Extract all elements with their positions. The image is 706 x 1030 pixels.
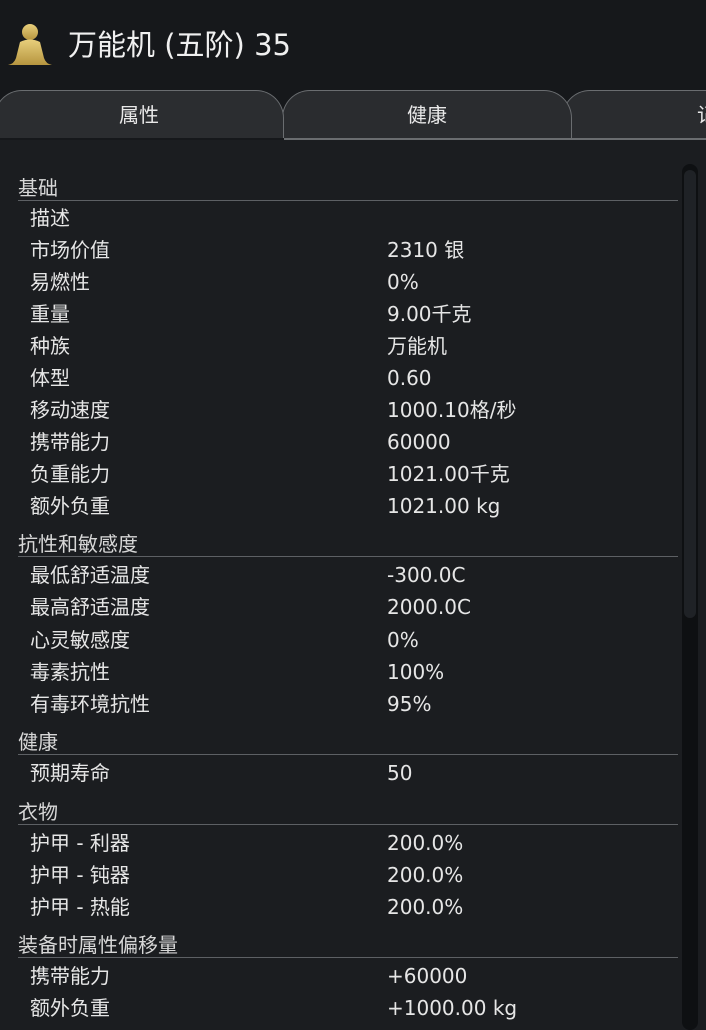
stat-row[interactable]: 携带能力 60000 — [30, 426, 680, 458]
stat-value: +60000 — [387, 964, 468, 988]
stat-row[interactable]: 有毒环境抗性 95% — [30, 688, 680, 720]
stat-value: 200.0% — [387, 895, 464, 919]
stat-label: 预期寿命 — [30, 761, 110, 785]
page-title: 万能机 (五阶) 35 — [68, 28, 291, 62]
stat-row[interactable]: 额外负重 1021.00 kg — [30, 490, 680, 522]
stat-value: 0% — [387, 270, 419, 294]
stat-value: 50 — [387, 761, 413, 785]
stat-label: 护甲 - 钝器 — [30, 863, 130, 887]
stat-label: 携带能力 — [30, 964, 110, 988]
stats-panel: 基础 描述 市场价值 2310 银 易燃性 0% 重量 9.00千克 种族 万能… — [0, 140, 706, 1030]
stat-row[interactable]: 额外负重 +1000.00 kg — [30, 992, 680, 1024]
stat-label: 额外负重 — [30, 494, 110, 518]
pawn-icon — [8, 24, 52, 65]
stat-label: 最高舒适温度 — [30, 595, 150, 619]
stat-label: 易燃性 — [30, 270, 90, 294]
stat-value: 9.00千克 — [387, 302, 472, 326]
stat-row[interactable]: 易燃性 0% — [30, 266, 680, 298]
stat-value: -300.0C — [387, 563, 466, 587]
stat-label: 描述 — [30, 206, 70, 230]
stat-value: 万能机 — [387, 334, 447, 358]
stat-label: 护甲 - 利器 — [30, 831, 130, 855]
stat-label: 市场价值 — [30, 238, 110, 262]
section-header-resistances: 抗性和敏感度 — [18, 528, 678, 557]
stat-label: 移动速度 — [30, 398, 110, 422]
stat-row[interactable]: 最低舒适温度 -300.0C — [30, 559, 680, 591]
stat-row[interactable]: 重量 9.00千克 — [30, 298, 680, 330]
stat-value: 95% — [387, 692, 432, 716]
stat-label: 携带能力 — [30, 430, 110, 454]
tab-log[interactable]: 记 — [562, 90, 706, 138]
stat-row[interactable]: 预期寿命 50 — [30, 757, 680, 789]
stat-label: 最低舒适温度 — [30, 563, 150, 587]
inspect-window: 万能机 (五阶) 35 属性 健康 记 基础 描述 市场价值 2310 银 易燃… — [0, 0, 706, 1030]
stat-value: 1021.00千克 — [387, 462, 510, 486]
stat-label: 体型 — [30, 366, 70, 390]
stat-value: 2310 银 — [387, 238, 465, 262]
scroll-thumb[interactable] — [684, 170, 696, 618]
stat-row[interactable]: 市场价值 2310 银 — [30, 234, 680, 266]
stat-label: 护甲 - 热能 — [30, 895, 130, 919]
stat-label: 心灵敏感度 — [30, 628, 130, 652]
section-header-equipped-offsets: 装备时属性偏移量 — [18, 929, 678, 958]
stat-row[interactable]: 移动速度 1000.10格/秒 — [30, 394, 680, 426]
stat-label: 负重能力 — [30, 462, 110, 486]
header: 万能机 (五阶) 35 — [0, 0, 706, 90]
stat-value: 2000.0C — [387, 595, 471, 619]
stat-row[interactable]: 负重能力 1021.00千克 — [30, 458, 680, 490]
tab-stats[interactable]: 属性 — [0, 90, 284, 138]
stat-row[interactable]: 体型 0.60 — [30, 362, 680, 394]
tab-health[interactable]: 健康 — [282, 90, 572, 138]
stat-value: +1000.00 kg — [387, 996, 518, 1020]
stat-row[interactable]: 护甲 - 利器 200.0% — [30, 827, 680, 859]
stat-row[interactable]: 种族 万能机 — [30, 330, 680, 362]
vertical-scrollbar[interactable] — [682, 164, 698, 1030]
stat-value: 1000.10格/秒 — [387, 398, 517, 422]
stat-row[interactable]: 最高舒适温度 2000.0C — [30, 591, 680, 623]
section-header-health: 健康 — [18, 726, 678, 755]
stat-value: 100% — [387, 660, 445, 684]
stat-value: 1021.00 kg — [387, 494, 501, 518]
stat-value: 60000 — [387, 430, 451, 454]
stat-value: 0% — [387, 628, 419, 652]
stat-label: 毒素抗性 — [30, 660, 110, 684]
stat-label: 有毒环境抗性 — [30, 692, 150, 716]
stat-row[interactable]: 心灵敏感度 0% — [30, 624, 680, 656]
stat-value: 200.0% — [387, 863, 464, 887]
stat-value: 200.0% — [387, 831, 464, 855]
stat-label: 额外负重 — [30, 996, 110, 1020]
stat-row[interactable]: 护甲 - 热能 200.0% — [30, 891, 680, 923]
section-header-apparel: 衣物 — [18, 796, 678, 825]
section-header-basics: 基础 — [18, 172, 678, 201]
stat-value: 0.60 — [387, 366, 432, 390]
stat-row[interactable]: 护甲 - 钝器 200.0% — [30, 859, 680, 891]
stat-row[interactable]: 描述 — [30, 202, 680, 234]
stat-label: 种族 — [30, 334, 70, 358]
stat-row[interactable]: 毒素抗性 100% — [30, 656, 680, 688]
stat-row[interactable]: 携带能力 +60000 — [30, 960, 680, 992]
tab-bar: 属性 健康 记 — [0, 90, 706, 140]
stat-label: 重量 — [30, 302, 70, 326]
